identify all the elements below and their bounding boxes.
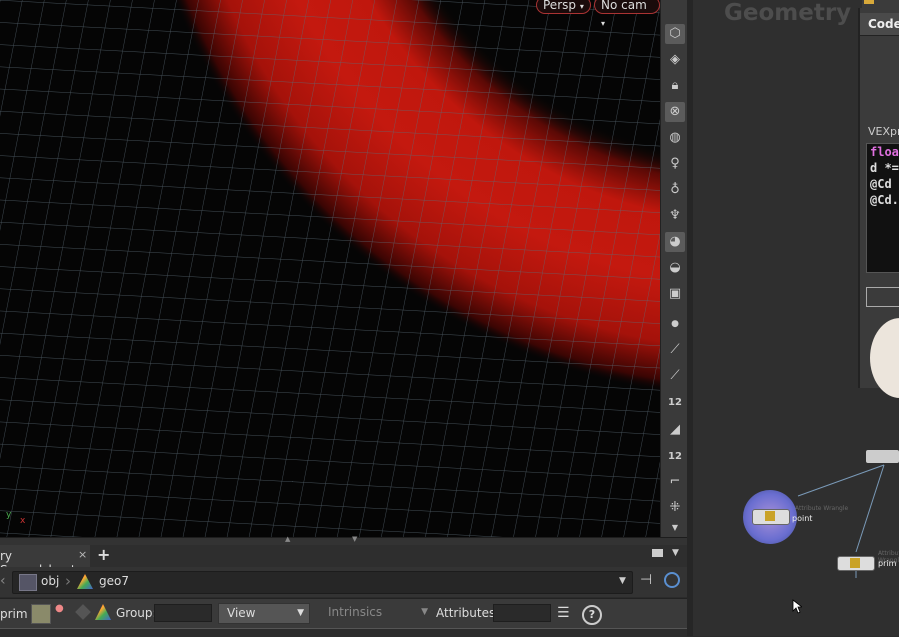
geo-node-icon [77,574,93,589]
code-button[interactable] [866,287,899,307]
attributes-input[interactable] [493,604,551,622]
close-tab-icon[interactable]: × [78,548,87,561]
wrangle-icon [765,511,775,521]
link-target-icon[interactable] [664,572,680,588]
viewport-display-toolbar: ⬡ ◈ 🔒︎ ⊗ ◍ ♀ ♁ ♆ ◕ ◒ ▣ ● ⟋ ⟋ 12 ◢ 12 ⌐ ⁜… [660,0,688,537]
ghost-geometry-icon[interactable]: ◈ [665,50,685,70]
pane-menu-icon[interactable]: ▼ [672,548,679,558]
node-name-point: point [792,514,813,523]
back-arrow-icon[interactable]: ‹ [0,573,6,589]
camera-menu[interactable]: No cam ▾ [594,0,660,28]
camera-icon[interactable]: ▣ [665,284,685,304]
point-numbers-icon[interactable]: 12 [665,392,685,412]
light-display-icon[interactable]: ♆ [665,206,685,226]
collapse-down-icon[interactable]: ▼ [352,535,357,543]
color-swatch [870,318,899,398]
visualizer-icon[interactable]: ◒ [665,258,685,278]
code-line: floa [870,145,899,159]
point-numbers-label: 12 [668,397,682,408]
viewport-canvas [0,0,660,537]
code-line: d *= [870,161,899,175]
scroll-down-icon[interactable]: ▼ [665,518,685,538]
attributes-label: Attributes: [436,606,500,620]
mouse-cursor-icon [792,599,802,614]
group-input[interactable] [154,604,212,622]
path-node-label[interactable]: geo7 [99,574,129,588]
group-label: Group: [116,606,157,620]
view-dropdown-label: View [227,606,256,620]
axis-x-label: x [20,516,26,526]
path-separator-icon: › [65,572,71,590]
perspective-menu-label: Persp [543,0,576,12]
prim-numbers-icon[interactable]: 12 [665,446,685,466]
code-line: @Cd [870,177,892,191]
point-marker-icon[interactable]: ● [55,603,64,614]
camera-menu-label: No cam [601,0,647,12]
node-type-label: Attribute Wrangle [795,505,849,512]
checker-icon[interactable] [31,604,51,624]
wrangle-node-point[interactable] [752,509,790,525]
vex-code-editor[interactable]: floa d *= @Cd @Cd. [866,143,899,273]
wrangle-node-prim[interactable] [837,556,875,571]
pin-icon[interactable]: ⊣ [640,572,652,588]
intrinsics-dropdown[interactable]: Intrinsics ▼ [318,603,430,624]
path-dropdown-icon[interactable]: ▼ [619,576,626,586]
intrinsics-label: Intrinsics [328,605,383,619]
headlight-icon[interactable]: ♁ [665,180,685,200]
vexpression-label: VEXpr [868,125,899,138]
light-bulb-icon[interactable]: ♀ [665,154,685,174]
add-tab-icon[interactable]: + [97,545,110,564]
dropdown-arrow-icon: ▾ [601,19,606,28]
tab-code-label: Code [868,17,899,31]
prim-numbers-label: 12 [668,451,682,462]
obj-network-icon [19,574,37,591]
profile-curve-icon[interactable]: ⌐ [665,472,685,492]
wrangle-icon [850,558,860,568]
tab-geometry-spreadsheet[interactable]: ry Spreadsheet [0,545,90,577]
axis-y-label: y [6,510,12,520]
close-view-icon[interactable]: ⊗ [665,102,685,122]
shading-sphere-icon[interactable]: ◍ [665,128,685,148]
construction-grid [0,0,660,537]
node-diamond-icon[interactable] [75,604,91,620]
pane-tab-bar: ry Spreadsheet × + ▼ [0,545,687,577]
code-line: @Cd. [870,193,899,207]
view-dropdown[interactable]: View ▼ [218,603,310,624]
collapse-up-icon[interactable]: ▲ [285,535,290,543]
maximize-pane-icon[interactable] [652,549,663,557]
tab-code[interactable]: Code [860,13,899,36]
parameter-panel-titlebar [862,0,899,8]
dropdown-arrow-icon: ▾ [579,2,584,11]
view-dropdown-arrow-icon: ▼ [297,608,304,618]
perspective-menu[interactable]: Persp ▾ [536,0,591,14]
vertex-normal-icon[interactable]: ⟋ [665,366,685,386]
lock-camera-icon[interactable]: 🔒︎ [665,76,685,96]
display-options-icon[interactable]: ⬡ [665,24,685,44]
intrinsics-arrow-icon: ▼ [421,607,428,617]
network-path-field[interactable]: obj › geo7 ▼ [12,571,633,594]
path-root-label[interactable]: obj [41,574,59,588]
spreadsheet-filter-bar: prim ● Group: View ▼ Intrinsics ▼ Attrib… [0,598,687,629]
help-icon[interactable]: ? [582,605,602,625]
attribute-list-icon[interactable]: ☰ [557,605,570,621]
attribute-class-label: prim [0,607,28,621]
prim-display-icon[interactable]: ◢ [665,420,685,440]
normal-display-icon[interactable]: ⟋ [665,340,685,360]
upstream-node[interactable] [866,450,899,463]
point-display-icon[interactable]: ● [665,314,685,334]
node-name-prim: prim [878,559,897,568]
scene-viewport[interactable]: Persp ▾ No cam ▾ y x [0,0,660,537]
node-type-icon [864,0,874,4]
geometry-icon[interactable] [95,604,111,620]
background-image-icon[interactable]: ◕ [665,232,685,252]
snap-grid-icon[interactable]: ⁜ [665,498,685,518]
